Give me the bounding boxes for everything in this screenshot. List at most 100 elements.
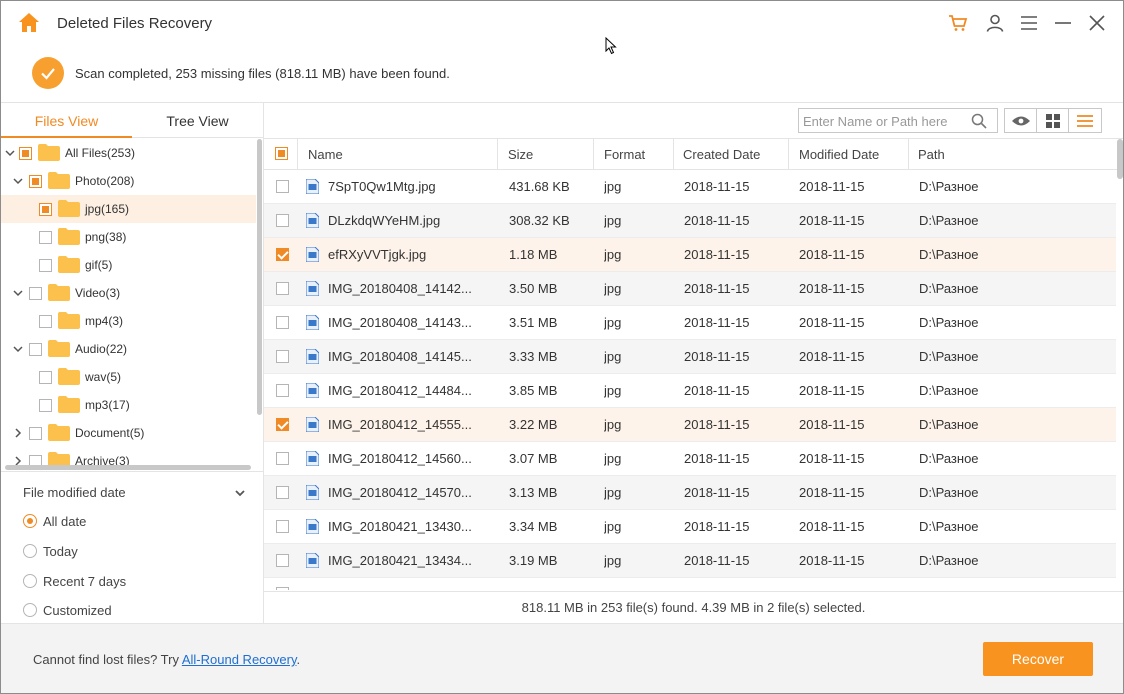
row-checkbox[interactable] [276, 554, 289, 567]
cell-format: jpg [604, 519, 622, 534]
column-header-format[interactable]: Format [594, 139, 674, 170]
grid-view-icon[interactable] [1037, 109, 1069, 132]
row-checkbox[interactable] [276, 248, 289, 261]
cell-format: jpg [604, 451, 622, 466]
tree-checkbox[interactable] [29, 427, 42, 440]
radio-today[interactable]: Today [23, 541, 78, 561]
tree-checkbox[interactable] [39, 315, 52, 328]
tree-item-gif[interactable]: gif(5) [1, 251, 256, 279]
table-row[interactable]: IMG_20180408_14143... 3.51 MB jpg 2018-11-1… [264, 306, 1116, 340]
row-checkbox[interactable] [276, 180, 289, 193]
tree-checkbox[interactable] [29, 343, 42, 356]
radio-button[interactable] [23, 544, 37, 558]
list-view-icon[interactable] [1069, 109, 1101, 132]
image-file-icon [305, 246, 320, 263]
table-row-partial[interactable] [264, 579, 1116, 590]
row-checkbox[interactable] [276, 214, 289, 227]
table-row[interactable]: DLzkdqWYeHM.jpg 308.32 KB jpg 2018-11-15 201… [264, 204, 1116, 238]
chevron-down-icon[interactable] [13, 344, 23, 354]
close-icon[interactable] [1085, 11, 1109, 35]
cell-format: jpg [604, 349, 622, 364]
column-header-path[interactable]: Path [908, 139, 1123, 170]
tree-checkbox[interactable] [39, 399, 52, 412]
tab-files-view[interactable]: Files View [1, 103, 132, 138]
table-row[interactable]: IMG_20180421_13434... 3.19 MB jpg 2018-11-1… [264, 544, 1116, 578]
tab-tree-view[interactable]: Tree View [132, 103, 263, 138]
tree-item-all-files[interactable]: All Files(253) [1, 139, 256, 167]
tree-checkbox[interactable] [39, 371, 52, 384]
cell-name: IMG_20180412_14484... [328, 383, 472, 398]
row-checkbox[interactable] [276, 452, 289, 465]
row-checkbox[interactable] [276, 486, 289, 499]
chevron-right-icon[interactable] [13, 428, 23, 438]
row-checkbox[interactable] [276, 384, 289, 397]
selection-summary: 818.11 MB in 253 file(s) found. 4.39 MB … [264, 591, 1123, 623]
footer-hint-prefix: Cannot find lost files? Try [33, 652, 182, 667]
search-input[interactable] [803, 112, 963, 130]
row-checkbox[interactable] [276, 520, 289, 533]
tree-item-video[interactable]: Video(3) [1, 279, 256, 307]
select-all-checkbox[interactable] [275, 147, 288, 160]
radio-button[interactable] [23, 603, 37, 617]
cell-size: 431.68 KB [509, 179, 570, 194]
tree-checkbox[interactable] [39, 259, 52, 272]
tree-item-png[interactable]: png(38) [1, 223, 256, 251]
radio-customized[interactable]: Customized [23, 600, 112, 620]
cart-icon[interactable] [946, 11, 970, 35]
minimize-icon[interactable] [1051, 11, 1075, 35]
radio-all-date[interactable]: All date [23, 511, 86, 531]
tree-item-mp3[interactable]: mp3(17) [1, 391, 256, 419]
user-icon[interactable] [983, 11, 1007, 35]
tree-checkbox[interactable] [39, 231, 52, 244]
chevron-down-icon[interactable] [13, 288, 23, 298]
row-checkbox[interactable] [276, 316, 289, 329]
tree-item-wav[interactable]: wav(5) [1, 363, 256, 391]
table-row[interactable]: IMG_20180412_14484... 3.85 MB jpg 2018-11-1… [264, 374, 1116, 408]
tree-item-mp4[interactable]: mp4(3) [1, 307, 256, 335]
tree-checkbox[interactable] [29, 287, 42, 300]
table-row[interactable]: IMG_20180412_14560... 3.07 MB jpg 2018-11-1… [264, 442, 1116, 476]
all-round-recovery-link[interactable]: All-Round Recovery [182, 652, 297, 667]
tree-horizontal-scrollbar[interactable] [5, 465, 251, 470]
tree-checkbox[interactable] [19, 147, 32, 160]
table-row[interactable]: IMG_20180408_14142... 3.50 MB jpg 2018-11-1… [264, 272, 1116, 306]
cell-name: DLzkdqWYeHM.jpg [328, 213, 441, 228]
tree-item-photo[interactable]: Photo(208) [1, 167, 256, 195]
table-row[interactable]: IMG_20180412_14555... 3.22 MB jpg 2018-11-1… [264, 408, 1116, 442]
tree-item-jpg[interactable]: jpg(165) [1, 195, 256, 223]
column-header-size[interactable]: Size [498, 139, 594, 170]
eye-icon[interactable] [1005, 109, 1037, 132]
folder-icon [58, 396, 80, 413]
tree-checkbox[interactable] [39, 203, 52, 216]
table-vertical-scrollbar[interactable] [1117, 139, 1123, 179]
filter-title: File modified date [23, 485, 126, 500]
table-row[interactable]: IMG_20180408_14145... 3.33 MB jpg 2018-11-1… [264, 340, 1116, 374]
tree-checkbox[interactable] [29, 175, 42, 188]
column-header-created-date[interactable]: Created Date [673, 139, 789, 170]
tree-vertical-scrollbar[interactable] [257, 139, 262, 415]
tree-item-audio[interactable]: Audio(22) [1, 335, 256, 363]
chevron-down-icon[interactable] [5, 148, 15, 158]
tree-item-document[interactable]: Document(5) [1, 419, 256, 447]
cell-name: IMG_20180421_13430... [328, 519, 472, 534]
chevron-down-icon[interactable] [13, 176, 23, 186]
row-checkbox[interactable] [276, 587, 289, 590]
radio-recent-7-days[interactable]: Recent 7 days [23, 571, 126, 591]
row-checkbox[interactable] [276, 350, 289, 363]
radio-button[interactable] [23, 514, 37, 528]
menu-icon[interactable] [1017, 11, 1041, 35]
radio-button[interactable] [23, 574, 37, 588]
search-icon[interactable] [971, 113, 987, 132]
cell-format: jpg [604, 281, 622, 296]
table-row[interactable]: efRXyVVTjgk.jpg 1.18 MB jpg 2018-11-15 2018-… [264, 238, 1116, 272]
column-header-name[interactable]: Name [298, 139, 498, 170]
row-checkbox[interactable] [276, 418, 289, 431]
table-row[interactable]: 7SpT0Qw1Mtg.jpg 431.68 KB jpg 2018-11-15 201… [264, 170, 1116, 204]
chevron-down-icon[interactable] [235, 486, 245, 501]
home-icon[interactable] [17, 11, 41, 35]
table-row[interactable]: IMG_20180421_13430... 3.34 MB jpg 2018-11-1… [264, 510, 1116, 544]
recover-button[interactable]: Recover [983, 642, 1093, 676]
row-checkbox[interactable] [276, 282, 289, 295]
column-header-modified-date[interactable]: Modified Date [789, 139, 909, 170]
table-row[interactable]: IMG_20180412_14570... 3.13 MB jpg 2018-11-1… [264, 476, 1116, 510]
